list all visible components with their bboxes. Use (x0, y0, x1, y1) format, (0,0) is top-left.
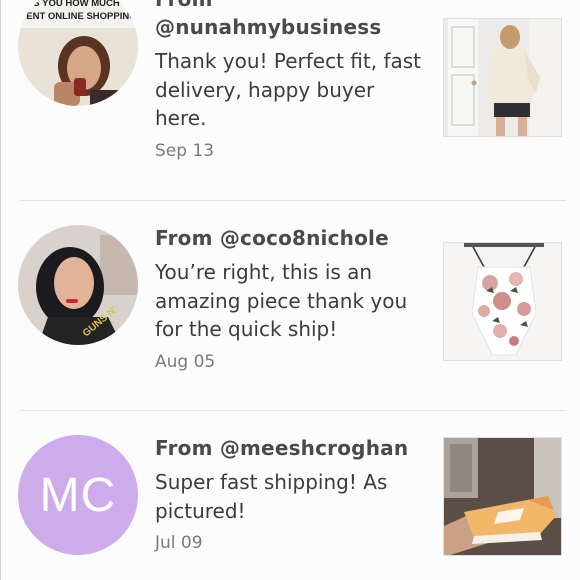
avatar-caption-line1: ASKS YOU HOW MUCH YOU (18, 0, 138, 9)
avatar-photo: ASKS YOU HOW MUCH YOU SPENT ONLINE SHOPP… (18, 0, 138, 106)
review-from: From @meeshcroghan (155, 434, 425, 462)
reviewer-username[interactable]: @nunahmybusiness (155, 15, 381, 39)
review-message: Super fast shipping! As pictured! (155, 470, 388, 523)
review-divider (20, 410, 566, 411)
review-date: Jul 09 (155, 533, 203, 553)
from-prefix: From (155, 436, 213, 460)
listing-thumbnail[interactable] (443, 18, 562, 137)
from-prefix: From (155, 0, 213, 11)
sneakers-photo-icon (444, 438, 561, 555)
avatar-caption-line2: SPENT ONLINE SHOPPING? (18, 11, 138, 22)
review-from: From @coco8nichole (155, 224, 425, 252)
from-prefix: From (155, 226, 213, 250)
avatar-initials-text: MC (39, 468, 117, 522)
listing-thumbnail[interactable] (443, 437, 562, 556)
reviewer-username[interactable]: @coco8nichole (220, 226, 389, 250)
cream-bomber-jacket-photo-icon (444, 19, 561, 136)
review-date: Sep 13 (155, 140, 215, 161)
reviewer-username[interactable]: @meeshcroghan (220, 436, 408, 460)
review-date: Aug 05 (155, 351, 216, 372)
reviewer-avatar[interactable]: GUNS N' (18, 225, 138, 345)
listing-thumbnail[interactable] (443, 242, 562, 361)
review-content: From @coco8nichole You’re right, this is… (155, 224, 425, 372)
review-from: From @nunahmybusiness (155, 0, 425, 41)
reviews-feed: ASKS YOU HOW MUCH YOU SPENT ONLINE SHOPP… (0, 0, 580, 580)
review-message: You’re right, this is an amazing piece t… (155, 260, 408, 341)
avatar-photo: GUNS N' (18, 225, 138, 345)
review-content: From @nunahmybusiness Thank you! Perfect… (155, 0, 425, 161)
review-message: Thank you! Perfect fit, fast delivery, h… (155, 49, 422, 130)
floral-bodysuit-photo-icon (444, 243, 561, 360)
reviewer-avatar-initials[interactable]: MC (18, 435, 138, 555)
review-divider (20, 200, 566, 201)
review-content: From @meeshcroghan Super fast shipping! … (155, 434, 425, 553)
reviewer-avatar[interactable]: ASKS YOU HOW MUCH YOU SPENT ONLINE SHOPP… (18, 0, 138, 106)
